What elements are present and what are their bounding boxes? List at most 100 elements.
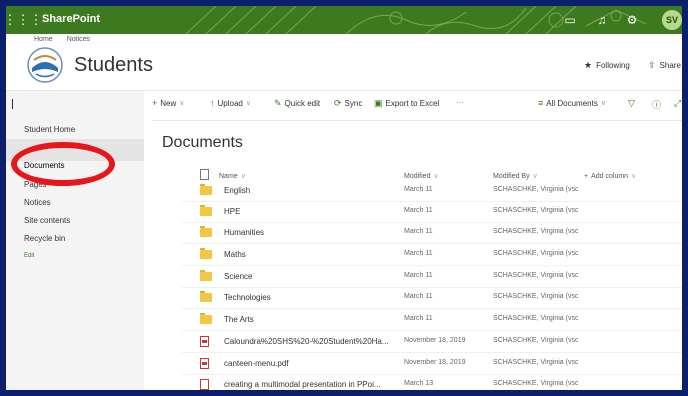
upload-button[interactable]: ↑ Upload ∨ xyxy=(210,98,251,108)
chevron-down-icon: ∨ xyxy=(600,100,606,107)
breadcrumb: Home Notices xyxy=(34,36,90,43)
nav-edit-link[interactable]: Edit xyxy=(24,253,34,259)
site-title[interactable]: Students xyxy=(74,54,153,77)
table-row[interactable]: Caloundra%20SHS%20-%20Student%20Ha... No… xyxy=(182,331,682,353)
folder-icon xyxy=(200,226,212,237)
export-label: Export to Excel xyxy=(385,99,440,108)
app-launcher-icon[interactable]: ⋮⋮⋮ xyxy=(6,10,43,30)
modified-by: SCHASCHKE, Virginia (vsc xyxy=(493,359,579,366)
table-row[interactable]: Science March 11 SCHASCHKE, Virginia (vs… xyxy=(182,266,682,288)
modified-date: March 11 xyxy=(404,228,433,235)
user-avatar[interactable]: SV xyxy=(662,10,682,30)
info-icon[interactable]: ⓘ xyxy=(652,98,661,111)
nav-item-notices[interactable]: Notices xyxy=(24,198,51,207)
file-type-column-icon[interactable] xyxy=(200,169,209,180)
plus-icon: + xyxy=(152,98,158,108)
folder-icon xyxy=(200,313,212,324)
chat-icon[interactable]: ▭ xyxy=(562,12,578,28)
quick-edit-button[interactable]: ✎ Quick edit xyxy=(274,98,320,109)
search-box-caret[interactable] xyxy=(12,99,13,109)
library-title: Documents xyxy=(162,134,243,151)
file-name[interactable]: Maths xyxy=(224,250,246,259)
settings-gear-icon[interactable]: ⚙ xyxy=(624,12,640,28)
column-header-modified[interactable]: Modified ∨ xyxy=(404,172,439,181)
sync-button[interactable]: ⟳ Sync xyxy=(334,98,362,109)
table-row[interactable]: English March 11 SCHASCHKE, Virginia (vs… xyxy=(182,180,682,202)
export-excel-button[interactable]: ▣ Export to Excel xyxy=(374,98,439,109)
add-column-label: Add column xyxy=(591,172,629,180)
file-name[interactable]: Caloundra%20SHS%20-%20Student%20Ha... xyxy=(224,337,389,346)
modified-date: March 11 xyxy=(404,250,433,257)
modified-date: March 11 xyxy=(404,293,433,300)
table-row[interactable]: canteen-menu.pdf November 18, 2019 SCHAS… xyxy=(182,353,682,375)
app-name[interactable]: SharePoint xyxy=(42,13,100,25)
share-label: Share xyxy=(659,61,681,70)
table-row[interactable]: creating a multimodal presentation in PP… xyxy=(182,374,682,390)
breadcrumb-home[interactable]: Home xyxy=(34,36,53,43)
view-selector[interactable]: ≡ All Documents ∨ xyxy=(538,98,606,108)
chevron-down-icon: ∨ xyxy=(245,100,251,107)
excel-icon: ▣ xyxy=(374,98,383,108)
folder-icon xyxy=(200,248,212,259)
filter-icon[interactable]: ▽ xyxy=(628,98,635,109)
nav-item-recycle-bin[interactable]: Recycle bin xyxy=(24,234,65,243)
file-name[interactable]: Science xyxy=(224,272,252,281)
modified-by: SCHASCHKE, Virginia (vsc xyxy=(493,293,579,300)
plus-icon: + xyxy=(584,172,589,180)
modified-by: SCHASCHKE, Virginia (vsc xyxy=(493,272,579,279)
folder-icon xyxy=(200,184,212,195)
modified-date: March 11 xyxy=(404,272,433,279)
table-row[interactable]: The Arts March 11 SCHASCHKE, Virginia (v… xyxy=(182,309,682,331)
quick-edit-label: Quick edit xyxy=(284,99,321,108)
red-highlight-annotation xyxy=(11,142,115,186)
file-name[interactable]: creating a multimodal presentation in PP… xyxy=(224,380,381,389)
table-row[interactable]: Humanities March 11 SCHASCHKE, Virginia … xyxy=(182,222,682,244)
left-navigation: Student Home Documents Pages Notices Sit… xyxy=(6,91,144,390)
breadcrumb-notices[interactable]: Notices xyxy=(67,36,90,43)
modified-date: March 11 xyxy=(404,315,433,322)
pdf-file-icon xyxy=(200,336,209,347)
pencil-icon: ✎ xyxy=(274,98,282,108)
file-name[interactable]: The Arts xyxy=(224,315,254,324)
chevron-down-icon: ∨ xyxy=(433,173,439,180)
file-name[interactable]: Humanities xyxy=(224,228,264,237)
upload-arrow-icon: ↑ xyxy=(210,98,215,108)
table-row[interactable]: Technologies March 11 SCHASCHKE, Virgini… xyxy=(182,287,682,309)
school-crest-logo[interactable] xyxy=(26,46,64,84)
more-commands-button[interactable]: ··· xyxy=(456,98,464,107)
pdf-file-icon xyxy=(200,358,209,369)
chevron-down-icon: ∨ xyxy=(631,173,637,180)
chevron-down-icon: ∨ xyxy=(179,100,185,107)
following-button[interactable]: ★ Following xyxy=(584,60,630,71)
column-header-name[interactable]: Name ∨ xyxy=(219,172,246,181)
column-header-modified-by[interactable]: Modified By ∨ xyxy=(493,172,538,181)
file-name[interactable]: HPE xyxy=(224,207,240,216)
nav-item-site-contents[interactable]: Site contents xyxy=(24,216,70,225)
modified-by: SCHASCHKE, Virginia (vsc xyxy=(493,207,579,214)
star-icon: ★ xyxy=(584,60,593,70)
modified-by: SCHASCHKE, Virginia (vsc xyxy=(493,315,579,322)
add-column-button[interactable]: + Add column ∨ xyxy=(584,172,637,181)
following-label: Following xyxy=(596,61,630,70)
nav-item-student-home[interactable]: Student Home xyxy=(24,125,75,134)
table-row[interactable]: HPE March 11 SCHASCHKE, Virginia (vsc xyxy=(182,201,682,223)
folder-icon xyxy=(200,270,212,281)
suite-bar: ⋮⋮⋮ SharePoint ▭ ♫ ⚙ SV xyxy=(6,6,682,34)
file-name[interactable]: Technologies xyxy=(224,293,271,302)
list-view-icon: ≡ xyxy=(538,98,544,108)
modified-date: November 18, 2019 xyxy=(404,337,466,344)
sharepoint-window: ⋮⋮⋮ SharePoint ▭ ♫ ⚙ SV Home Notices Stu… xyxy=(6,6,682,390)
expand-icon[interactable]: ⤢ xyxy=(674,98,681,109)
column-label-modified-by: Modified By xyxy=(493,172,530,180)
modified-by: SCHASCHKE, Virginia (vsc xyxy=(493,228,579,235)
modified-date: March 11 xyxy=(404,186,433,193)
share-button[interactable]: ⇪ Share xyxy=(648,60,681,71)
sync-icon: ⟳ xyxy=(334,98,342,108)
file-name[interactable]: English xyxy=(224,186,250,195)
notifications-icon[interactable]: ♫ xyxy=(594,12,610,28)
chevron-down-icon: ∨ xyxy=(240,173,246,180)
new-button[interactable]: + New ∨ xyxy=(152,98,184,108)
table-row[interactable]: Maths March 11 SCHASCHKE, Virginia (vsc xyxy=(182,244,682,266)
file-name[interactable]: canteen-menu.pdf xyxy=(224,359,289,368)
modified-date: March 13 xyxy=(404,380,434,387)
